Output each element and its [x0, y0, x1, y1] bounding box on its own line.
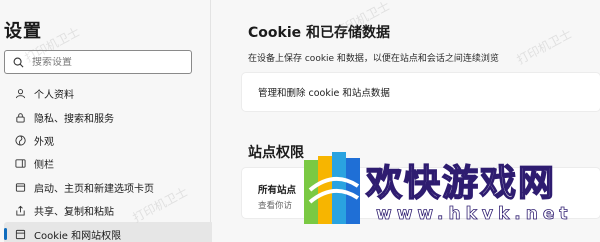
all-sites-title: 所有站点: [258, 185, 297, 196]
cookie-section-title: Cookie 和已存储数据: [248, 25, 390, 41]
sidebar-item-label: 隐私、搜索和服务: [34, 113, 114, 125]
lock-icon: [14, 111, 26, 123]
search-icon: [13, 57, 24, 67]
site-logo-text: 欢快游戏网: [365, 162, 557, 205]
site-logo-url: www.hkvk.net: [376, 204, 573, 225]
sidebar-item-label: 共享、复制和粘贴: [34, 207, 114, 219]
manage-cookies-card[interactable]: 管理和删除 cookie 和站点数据: [242, 73, 600, 111]
home-icon: [14, 181, 26, 193]
settings-sidebar: 设置 个人资料 隐私、搜索和服务 外观: [0, 0, 214, 242]
sidebar-item-label: 个人资料: [34, 90, 74, 102]
sidebar-item-label: 侧栏: [34, 160, 54, 172]
sidebar-title: 设置: [4, 21, 42, 42]
site-logo-overlay: 欢快游戏网 www.hkvk.net: [298, 146, 600, 242]
all-sites-description: 查看你访: [258, 201, 293, 211]
sidebar-item-sidebar[interactable]: 侧栏: [4, 152, 192, 175]
site-logo-icon: [304, 152, 360, 224]
sidebar-item-startup[interactable]: 启动、主页和新建选项卡页: [4, 176, 192, 199]
sidebar-item-label: Cookie 和网站权限: [34, 230, 122, 242]
site-permissions-title: 站点权限: [248, 145, 304, 161]
search-box[interactable]: [4, 50, 192, 74]
sidebar-item-label: 启动、主页和新建选项卡页: [34, 183, 154, 195]
sidebar-item-appearance[interactable]: 外观: [4, 129, 192, 152]
manage-cookies-label: 管理和删除 cookie 和站点数据: [258, 88, 390, 99]
cookie-site-icon: [14, 228, 26, 240]
search-input[interactable]: [32, 56, 172, 68]
sidebar-item-label: 外观: [34, 136, 54, 148]
sidebar-item-privacy[interactable]: 隐私、搜索和服务: [4, 105, 192, 128]
sidebar-icon: [14, 158, 26, 170]
appearance-icon: [14, 134, 26, 146]
share-icon: [14, 205, 26, 217]
sidebar-item-share[interactable]: 共享、复制和粘贴: [4, 199, 192, 222]
settings-nav: 个人资料 隐私、搜索和服务 外观 侧栏 启动、主页和新建选项卡页 共享、复制和粘…: [4, 82, 214, 242]
sidebar-item-cookies[interactable]: Cookie 和网站权限: [4, 222, 214, 242]
profile-icon: [14, 88, 26, 100]
cookie-section-description: 在设备上保存 cookie 和数据，以便在站点和会话之间连续浏览: [248, 54, 499, 64]
sidebar-item-profile[interactable]: 个人资料: [4, 82, 192, 105]
